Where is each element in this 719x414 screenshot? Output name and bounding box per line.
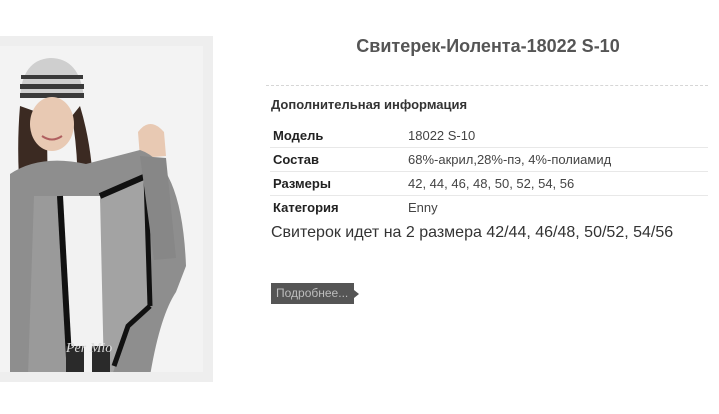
table-row: Модель 18022 S-10: [270, 124, 708, 148]
table-row: Категория Enny: [270, 196, 708, 220]
additional-info-heading: Дополнительная информация: [271, 97, 468, 112]
attribute-value-composition: 68%-акрил,28%-пэ, 4%-полиамид: [405, 147, 708, 172]
attribute-value-category: Enny: [408, 200, 438, 215]
attribute-value-sizes: 42, 44, 46, 48, 50, 52, 54, 56: [405, 171, 708, 196]
attribute-label-sizes: Размеры: [270, 171, 405, 196]
product-image-frame: Per Mio: [0, 36, 213, 382]
attribute-label-model: Модель: [270, 124, 405, 148]
table-row: Состав 68%-акрил,28%-пэ, 4%-полиамид: [270, 147, 708, 172]
title-divider: [266, 85, 708, 86]
product-title[interactable]: Свитерек-Иолента-18022 S-10: [268, 36, 708, 57]
table-row: Размеры 42, 44, 46, 48, 50, 52, 54, 56: [270, 171, 708, 196]
attributes-table: Модель 18022 S-10 Состав 68%-акрил,28%-п…: [270, 124, 708, 219]
more-details-button[interactable]: Подробнее...: [271, 283, 360, 304]
product-image[interactable]: Per Mio: [0, 46, 203, 372]
attribute-label-composition: Состав: [270, 147, 405, 172]
product-description: Свитерок идет на 2 размера 42/44, 46/48,…: [271, 224, 674, 241]
product-photo-illustration: Per Mio: [0, 46, 203, 372]
brand-watermark: Per Mio: [65, 341, 112, 356]
attribute-label-category: Категория: [273, 200, 339, 215]
attribute-value-model: 18022 S-10: [405, 124, 708, 148]
